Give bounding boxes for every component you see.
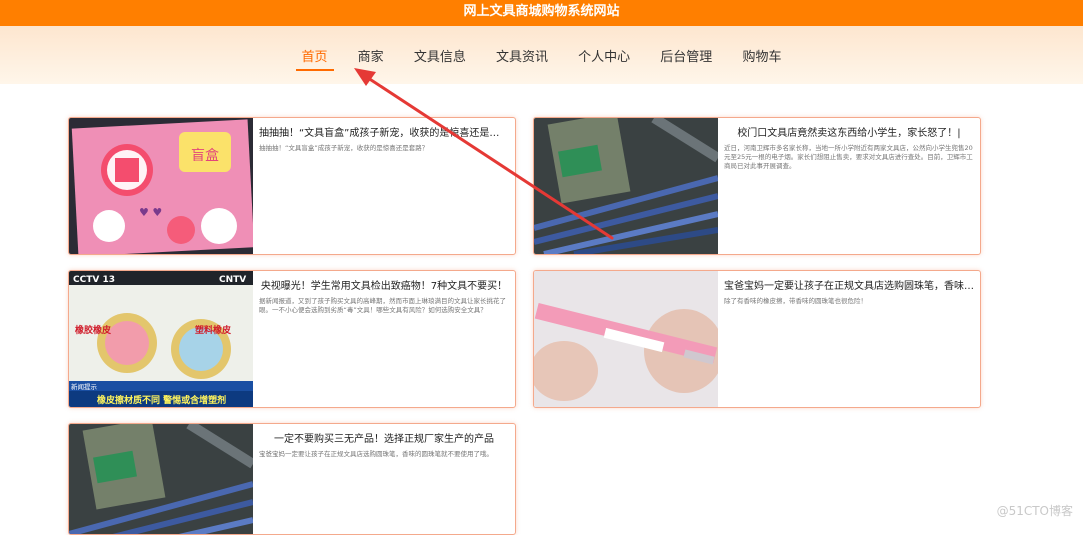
tv-logo-left: CCTV 13 [73,275,115,285]
news-thumbnail[interactable]: 盲盒 ♥ ♥ [69,118,253,254]
news-card[interactable]: CCTV 13 CNTV 橡胶橡皮 塑料橡皮 新闻提示 橡皮擦材质不同 警惕或含… [68,270,516,408]
nav-item-merchants[interactable]: 商家 [352,46,390,69]
tv-logo-right: CNTV [219,275,246,285]
news-thumbnail[interactable] [69,424,253,534]
news-summary: 宝爸宝妈一定要让孩子在正规文具店选购圆珠笔，香味的圆珠笔就不要使用了哦。 [259,450,493,458]
news-title[interactable]: 抽抽抽！“文具盲盒”成孩子新宠，收获的是惊喜还是套路？ [259,124,509,139]
pens-image [534,118,718,254]
nav-item-personal-center[interactable]: 个人中心 [572,46,636,69]
nav-item-home[interactable]: 首页 [295,46,334,71]
nav-item-cart[interactable]: 购物车 [736,46,787,69]
watermark: @51CTO博客 [996,504,1073,518]
blind-box-image: 盲盒 ♥ ♥ [69,118,253,254]
nav-item-stationery-info[interactable]: 文具信息 [408,46,472,69]
news-card[interactable]: 宝爸宝妈一定要让孩子在正规文具店选购圆珠笔，香味的圆珠笔不要使用了哦。 除了有香… [533,270,981,408]
pens-image [69,424,253,534]
news-title[interactable]: 宝爸宝妈一定要让孩子在正规文具店选购圆珠笔，香味的圆珠笔不要使用了哦。 [724,277,974,292]
news-thumbnail[interactable]: CCTV 13 CNTV 橡胶橡皮 塑料橡皮 新闻提示 橡皮擦材质不同 警惕或含… [69,271,253,407]
nav-bar: 首页 商家 文具信息 文具资讯 个人中心 后台管理 购物车 [0,26,1083,84]
news-title[interactable]: 校门口文具店竟然卖这东西给小学生，家长怒了！| [724,124,974,139]
nav-item-admin[interactable]: 后台管理 [654,46,718,69]
news-title[interactable]: 央视曝光！学生常用文具检出致癌物！7种文具不要买！ [259,277,509,292]
cover-text: 盲盒 [191,147,219,164]
news-card[interactable]: 一定不要购买三无产品！选择正规厂家生产的产品 宝爸宝妈一定要让孩子在正规文具店选… [68,423,516,535]
news-card[interactable]: 盲盒 ♥ ♥ 抽抽抽！“文具盲盒”成孩子新宠，收获的是惊喜还是套路？ 抽抽抽！“… [68,117,516,255]
news-thumbnail[interactable] [534,118,718,254]
main-nav: 首页 商家 文具信息 文具资讯 个人中心 后台管理 购物车 [0,46,1083,71]
news-title[interactable]: 一定不要购买三无产品！选择正规厂家生产的产品 [259,430,509,445]
svg-text:♥ ♥: ♥ ♥ [139,206,162,219]
news-thumbnail[interactable] [534,271,718,407]
eraser-label-left: 橡胶橡皮 [75,324,112,336]
news-summary: 抽抽抽！“文具盲盒”成孩子新宠，收获的是惊喜还是套路？ [259,144,429,152]
news-summary: 近日，河南卫辉市多名家长称，当地一所小学附近有两家文具店，公然向小学生兜售20元… [724,144,973,170]
site-title-bar: 网上文具商城购物系统网站 [0,0,1083,26]
erasers-tv-image: CCTV 13 CNTV 橡胶橡皮 塑料橡皮 新闻提示 橡皮擦材质不同 警惕或含… [69,271,253,407]
scented-pen-image [534,271,718,407]
news-summary: 除了有香味的橡皮擦，带香味的圆珠笔也很危险！ [724,297,867,305]
eraser-label-right: 塑料橡皮 [195,324,232,336]
news-summary: 据新闻报道，又到了孩子购买文具的高峰期，然而市面上琳琅满目的文具让家长挑花了眼。… [259,297,506,314]
tv-caption-main: 橡皮擦材质不同 警惕或含增塑剂 [97,394,226,406]
site-title: 网上文具商城购物系统网站 [463,4,620,19]
news-card[interactable]: 校门口文具店竟然卖这东西给小学生，家长怒了！| 近日，河南卫辉市多名家长称，当地… [533,117,981,255]
nav-item-stationery-news[interactable]: 文具资讯 [490,46,554,69]
tv-caption-small: 新闻提示 [71,382,98,391]
